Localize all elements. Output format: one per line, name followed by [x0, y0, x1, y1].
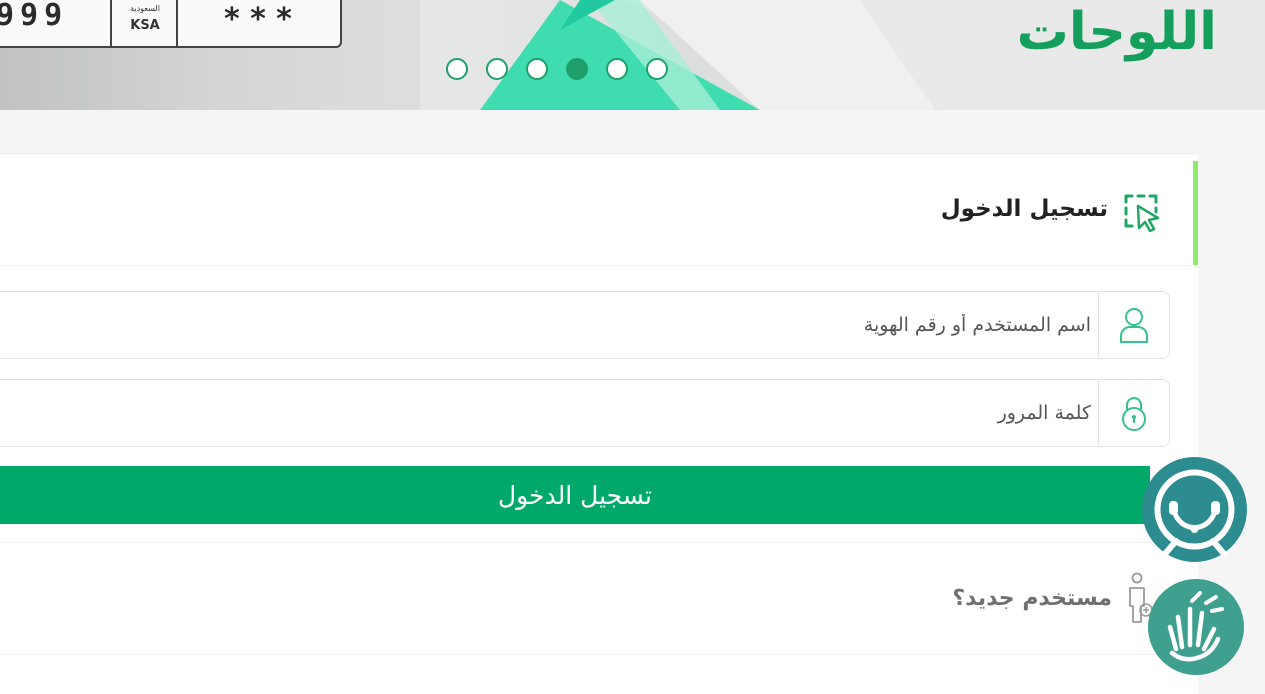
cursor-select-icon [1124, 194, 1160, 232]
header-accent-bar [1193, 161, 1198, 265]
support-chat-button[interactable] [1142, 457, 1247, 562]
sign-language-button[interactable] [1148, 579, 1244, 675]
plate-country-small: السعودية [130, 4, 160, 13]
plate-digits: 999 [0, 0, 69, 33]
brand-logo-text[interactable]: اللوحات [1017, 2, 1217, 62]
slider-dot-5[interactable] [606, 58, 628, 80]
lock-icon [1122, 397, 1146, 431]
username-input[interactable] [11, 292, 1091, 358]
login-card: تسجيل الدخول تسجيل الدخول [0, 153, 1198, 694]
section-divider [0, 542, 1198, 543]
login-card-header: تسجيل الدخول [0, 154, 1198, 266]
plate-letters: *** [222, 2, 302, 37]
support-chat-icon [1154, 469, 1235, 558]
slider-dot-3[interactable] [526, 58, 548, 80]
slider-dot-6[interactable] [646, 58, 668, 80]
user-icon [1120, 308, 1148, 343]
new-user-label: مستخدم جديد؟ [952, 586, 1112, 611]
password-input[interactable] [11, 380, 1091, 446]
slider-pagination [446, 58, 668, 80]
login-title: تسجيل الدخول [940, 196, 1108, 222]
username-field [0, 291, 1170, 359]
slider-dot-2[interactable] [486, 58, 508, 80]
login-button[interactable]: تسجيل الدخول [0, 466, 1150, 524]
plate-country-code: KSA [130, 18, 160, 33]
new-user-link[interactable]: مستخدم جديد؟ [0, 544, 1198, 655]
password-field [0, 379, 1170, 447]
license-plate-image: 999 السعودية KSA *** [0, 0, 342, 48]
slider-dot-1[interactable] [446, 58, 468, 80]
sign-language-icon [1167, 591, 1224, 662]
slider-dot-4[interactable] [566, 58, 588, 80]
hero-banner: 999 السعودية KSA *** اللوحات [0, 0, 1265, 110]
